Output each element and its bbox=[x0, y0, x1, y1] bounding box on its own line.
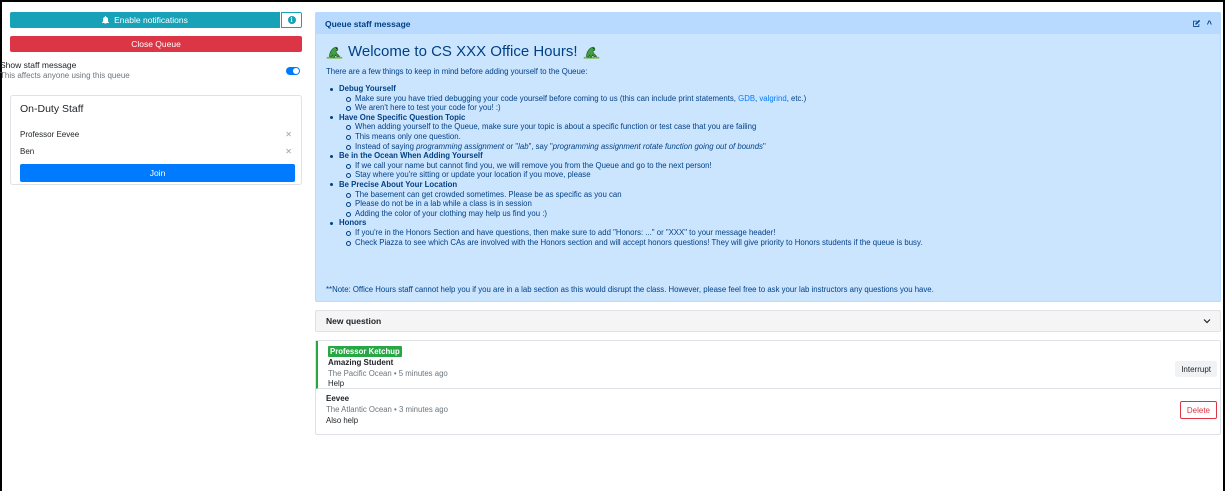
welcome-heading: Welcome to CS XXX Office Hours! bbox=[326, 43, 600, 60]
rule-item: Stay where you're sitting or update your… bbox=[326, 170, 1206, 180]
rule-heading: Have One Specific Question Topic bbox=[326, 113, 1206, 123]
question-item[interactable]: Professor Ketchup Amazing Student The Pa… bbox=[316, 341, 1220, 389]
welcome-text: Welcome to CS XXX Office Hours! bbox=[348, 43, 578, 60]
question-topic: Also help bbox=[326, 416, 359, 425]
chevron-down-icon bbox=[1203, 319, 1211, 324]
dinosaur-icon bbox=[326, 46, 343, 59]
staff-name: Professor Eevee bbox=[20, 130, 80, 139]
rule-heading: Debug Yourself bbox=[326, 84, 1206, 94]
staff-item: Professor Eevee ✕ bbox=[20, 130, 292, 139]
lab-note: **Note: Office Hours staff cannot help y… bbox=[326, 285, 934, 294]
show-staff-message-setting: Show staff message This affects anyone u… bbox=[0, 60, 302, 86]
gdb-link[interactable]: GDB bbox=[738, 94, 755, 103]
chevron-up-icon[interactable]: ^ bbox=[1207, 19, 1212, 29]
show-staff-message-toggle[interactable] bbox=[286, 67, 300, 75]
question-meta: The Atlantic Ocean • 3 minutes ago bbox=[326, 405, 448, 414]
question-item[interactable]: Eevee The Atlantic Ocean • 3 minutes ago… bbox=[316, 389, 1220, 434]
rule-item: Make sure you have tried debugging your … bbox=[326, 94, 1206, 104]
show-staff-message-label: Show staff message bbox=[0, 60, 77, 70]
staff-message-header-title: Queue staff message bbox=[325, 18, 411, 29]
rule-item: This means only one question. bbox=[326, 132, 1206, 142]
info-icon: i bbox=[287, 16, 296, 24]
rule-item: Check Piazza to see which CAs are involv… bbox=[326, 238, 1206, 248]
student-name: Eevee bbox=[326, 394, 350, 403]
staff-item: Ben ✕ bbox=[20, 147, 292, 156]
intro-text: There are a few things to keep in mind b… bbox=[326, 67, 588, 76]
on-duty-staff-title: On-Duty Staff bbox=[20, 103, 84, 115]
student-name: Amazing Student bbox=[328, 358, 394, 367]
notifications-info-button[interactable]: i bbox=[281, 12, 302, 28]
show-staff-message-hint: This affects anyone using this queue bbox=[0, 71, 130, 80]
delete-button[interactable]: Delete bbox=[1179, 401, 1217, 419]
rule-heading: Be in the Ocean When Adding Yourself bbox=[326, 151, 1206, 161]
bell-icon bbox=[102, 16, 110, 24]
close-icon[interactable]: ✕ bbox=[285, 130, 292, 139]
valgrind-link[interactable]: valgrind bbox=[759, 94, 786, 103]
rules-list: Debug Yourself Make sure you have tried … bbox=[326, 84, 1206, 247]
on-duty-staff-card: On-Duty Staff Professor Eevee ✕ Ben ✕ Jo… bbox=[10, 95, 302, 185]
new-question-label: New question bbox=[326, 316, 382, 326]
question-topic: Help bbox=[328, 379, 345, 388]
staff-message-header[interactable]: Queue staff message ^ bbox=[316, 13, 1220, 34]
answerer-badge: Professor Ketchup bbox=[328, 346, 402, 357]
rule-item: Instead of saying programming assignment… bbox=[326, 142, 1206, 152]
rule-item: Adding the color of your clothing may he… bbox=[326, 209, 1206, 219]
rule-item: The basement can get crowded sometimes. … bbox=[326, 190, 1206, 200]
edit-icon[interactable] bbox=[1192, 19, 1201, 28]
interrupt-button[interactable]: Interrupt bbox=[1175, 361, 1217, 377]
enable-notifications-label: Enable notifications bbox=[114, 15, 188, 25]
new-question-toggle[interactable]: New question bbox=[315, 310, 1221, 332]
close-queue-button[interactable]: Close Queue bbox=[10, 36, 302, 52]
staff-name: Ben bbox=[20, 147, 35, 156]
staff-message-panel: Queue staff message ^ Welcome to CS XXX … bbox=[315, 12, 1221, 302]
question-meta: The Pacific Ocean • 5 minutes ago bbox=[328, 369, 448, 378]
rule-heading: Honors bbox=[326, 218, 1206, 228]
rule-item: We aren't here to test your code for you… bbox=[326, 103, 1206, 113]
rule-item: When adding yourself to the Queue, make … bbox=[326, 122, 1206, 132]
enable-notifications-button[interactable]: Enable notifications bbox=[10, 12, 280, 28]
rule-item: If you're in the Honors Section and have… bbox=[326, 228, 1206, 238]
rule-item: Please do not be in a lab while a class … bbox=[326, 199, 1206, 209]
notifications-row: Enable notifications i bbox=[10, 12, 302, 28]
join-button[interactable]: Join bbox=[20, 164, 295, 182]
dinosaur-icon bbox=[583, 46, 599, 59]
close-icon[interactable]: ✕ bbox=[285, 147, 292, 156]
sidebar: Enable notifications i Close Queue Show … bbox=[0, 12, 302, 185]
question-list: Professor Ketchup Amazing Student The Pa… bbox=[315, 340, 1221, 435]
rule-heading: Be Precise About Your Location bbox=[326, 180, 1206, 190]
rule-item: If we call your name but cannot find you… bbox=[326, 161, 1206, 171]
main-content: Queue staff message ^ Welcome to CS XXX … bbox=[315, 12, 1221, 435]
